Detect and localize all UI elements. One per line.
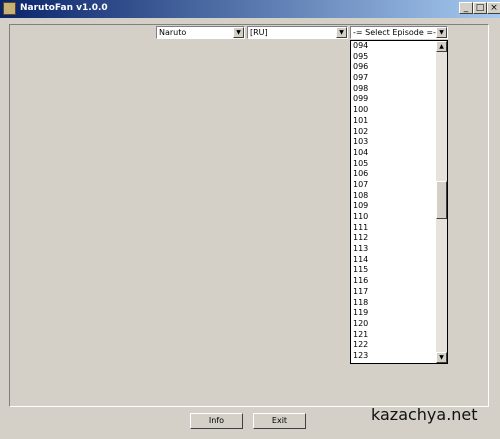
episode-select-value: -= Select Episode =- [353,28,436,37]
close-button[interactable]: × [487,2,500,14]
info-button[interactable]: Info [190,413,243,429]
episode-item[interactable]: 123 [351,351,436,362]
episode-item[interactable]: 101 [351,116,436,127]
episode-item[interactable]: 099 [351,94,436,105]
episode-item[interactable]: 119 [351,308,436,319]
chevron-down-icon[interactable]: ▼ [336,27,347,38]
episode-item[interactable]: 105 [351,159,436,170]
chevron-down-icon[interactable]: ▼ [436,27,447,38]
episode-items: 094 095 096 097 098 099 100 101 102 103 104 105 106 1… [351,41,436,363]
episode-item[interactable]: 097 [351,73,436,84]
language-select[interactable]: [RU] ▼ [247,26,348,39]
episode-item[interactable]: 110 [351,212,436,223]
chevron-down-icon[interactable]: ▼ [233,27,244,38]
episode-item[interactable]: 122 [351,340,436,351]
episode-item[interactable]: 108 [351,191,436,202]
language-select-value: [RU] [250,28,268,37]
episode-item[interactable]: 098 [351,84,436,95]
exit-button[interactable]: Exit [253,413,306,429]
episode-item[interactable]: 114 [351,255,436,266]
episode-item[interactable]: 096 [351,62,436,73]
episode-item[interactable]: 109 [351,201,436,212]
anime-select[interactable]: Naruto ▼ [156,26,245,39]
episode-item[interactable]: 117 [351,287,436,298]
episode-item[interactable]: 100 [351,105,436,116]
episode-item[interactable]: 118 [351,298,436,309]
episode-item[interactable]: 095 [351,52,436,63]
minimize-button[interactable]: _ [459,2,473,14]
episode-select[interactable]: -= Select Episode =- ▼ [350,26,448,39]
episode-item[interactable]: 107 [351,180,436,191]
scrollbar[interactable]: ▲ ▼ [436,41,447,363]
scroll-thumb[interactable] [436,181,447,219]
scroll-up-icon[interactable]: ▲ [436,41,447,52]
episode-item[interactable]: 116 [351,276,436,287]
episode-dropdown-list[interactable]: 094 095 096 097 098 099 100 101 102 103 104 105 106 1… [350,40,448,364]
episode-item[interactable]: 102 [351,127,436,138]
app-icon [3,2,16,15]
episode-item[interactable]: 115 [351,265,436,276]
episode-item[interactable]: 104 [351,148,436,159]
episode-item[interactable]: 120 [351,319,436,330]
episode-item[interactable]: 121 [351,330,436,341]
episode-item[interactable]: 103 [351,137,436,148]
episode-item[interactable]: 113 [351,244,436,255]
title-bar: NarutoFan v1.0.0 _ □ × [0,0,500,18]
scroll-down-icon[interactable]: ▼ [436,352,447,363]
episode-item[interactable]: 094 [351,41,436,52]
anime-select-value: Naruto [159,28,187,37]
episode-item[interactable]: 111 [351,223,436,234]
watermark-text: kazachya.net [371,405,478,424]
episode-item[interactable]: 106 [351,169,436,180]
maximize-button[interactable]: □ [473,2,487,14]
window-title: NarutoFan v1.0.0 [20,3,108,13]
episode-item[interactable]: 112 [351,233,436,244]
